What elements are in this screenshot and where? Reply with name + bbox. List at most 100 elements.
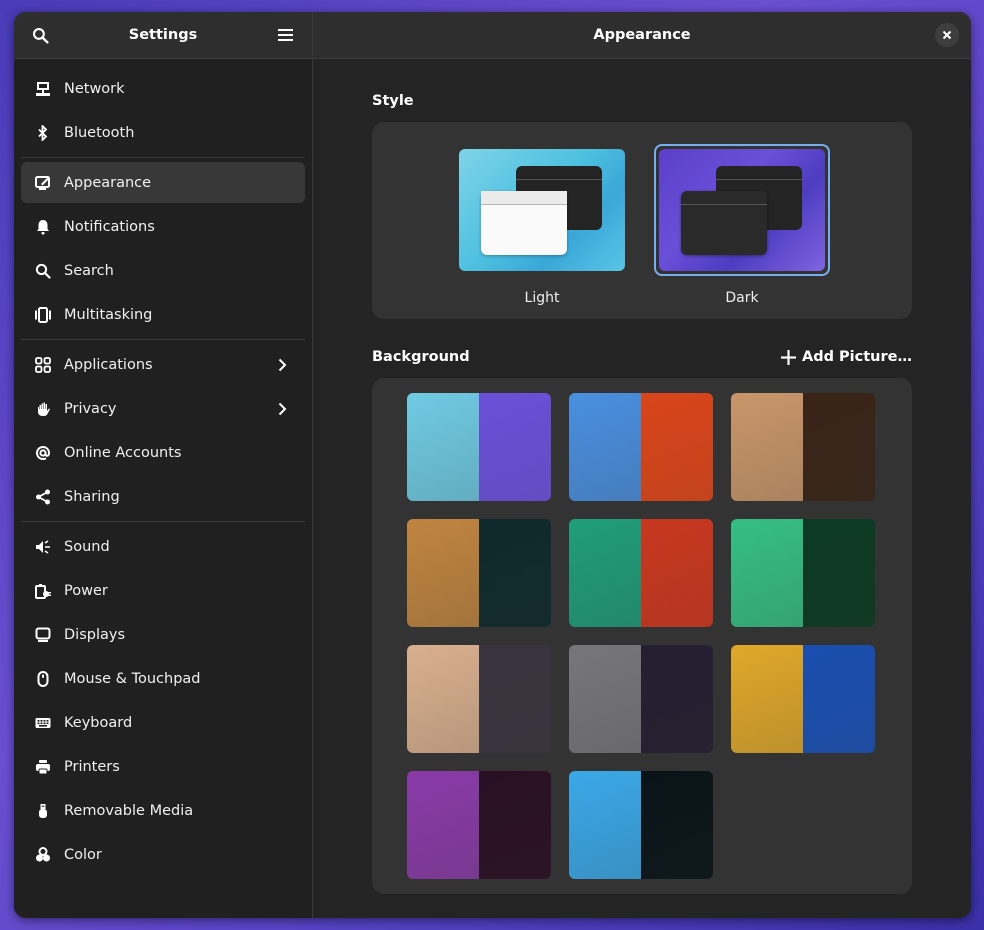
sidebar-item-label: Multitasking (64, 306, 153, 323)
share-icon (35, 489, 51, 505)
sidebar-item-label: Notifications (64, 218, 155, 235)
sidebar-item-power[interactable]: Power (21, 570, 305, 611)
main-panel: Appearance Style Light Dark Background A… (313, 12, 971, 918)
sidebar-item-sound[interactable]: Sound (21, 526, 305, 567)
power-icon (35, 583, 51, 599)
wallpaper-thumbnail[interactable] (731, 519, 875, 627)
dark-preview (659, 149, 825, 271)
sidebar-item-bluetooth[interactable]: Bluetooth (21, 112, 305, 153)
sidebar-nav: Network Bluetooth Appearance Notifications S… (14, 59, 312, 918)
wallpaper-light-variant (569, 771, 641, 879)
chevron-right-icon (275, 358, 289, 372)
add-picture-button[interactable]: Add Picture… (781, 349, 912, 365)
wallpaper-thumbnail[interactable] (407, 771, 551, 879)
sidebar-header: Settings (14, 12, 312, 59)
wallpaper-dark-variant (479, 645, 551, 753)
appearance-icon (35, 175, 51, 191)
close-button[interactable] (935, 23, 959, 47)
sidebar-item-label: Keyboard (64, 714, 133, 731)
sidebar-item-applications[interactable]: Applications (21, 344, 305, 385)
sidebar-item-printers[interactable]: Printers (21, 746, 305, 787)
wallpaper-dark-variant (803, 519, 875, 627)
sidebar-item-privacy[interactable]: Privacy (21, 388, 305, 429)
sidebar-separator (21, 521, 305, 522)
wallpaper-thumbnail[interactable] (731, 393, 875, 501)
sidebar-item-network[interactable]: Network (21, 68, 305, 109)
wallpaper-thumbnail[interactable] (569, 771, 713, 879)
style-option-dark[interactable]: Dark (654, 144, 830, 319)
sidebar-item-sharing[interactable]: Sharing (21, 476, 305, 517)
wallpaper-light-variant (731, 645, 803, 753)
sidebar-item-label: Sound (64, 538, 110, 555)
sidebar-item-label: Online Accounts (64, 444, 182, 461)
sidebar-item-label: Search (64, 262, 114, 279)
plus-icon (781, 349, 797, 365)
display-icon (35, 627, 51, 643)
main-header: Appearance (313, 12, 971, 59)
wallpaper-grid (372, 378, 912, 894)
wallpaper-dark-variant (641, 645, 713, 753)
wallpaper-thumbnail[interactable] (569, 393, 713, 501)
dark-style-thumbnail[interactable] (654, 144, 830, 276)
wallpaper-light-variant (569, 645, 641, 753)
style-heading: Style (372, 93, 414, 109)
wallpaper-dark-variant (479, 519, 551, 627)
wallpaper-dark-variant (641, 771, 713, 879)
wallpaper-dark-variant (479, 771, 551, 879)
wallpaper-thumbnail[interactable] (407, 519, 551, 627)
style-label-light: Light (524, 290, 560, 306)
sidebar-item-label: Sharing (64, 488, 120, 505)
wallpaper-light-variant (407, 393, 479, 501)
light-preview (459, 149, 625, 271)
sidebar-item-label: Printers (64, 758, 120, 775)
wallpaper-thumbnail[interactable] (569, 645, 713, 753)
printer-icon (35, 759, 51, 775)
search-button[interactable] (28, 23, 52, 47)
light-style-thumbnail[interactable] (454, 144, 630, 276)
sidebar-item-label: Network (64, 80, 125, 97)
style-label-dark: Dark (725, 290, 759, 306)
preview-window-front (481, 191, 567, 255)
multitasking-icon (35, 306, 51, 323)
wallpaper-thumbnail[interactable] (731, 645, 875, 753)
sidebar-item-mouse-touchpad[interactable]: Mouse & Touchpad (21, 658, 305, 699)
bluetooth-icon (35, 124, 51, 141)
sidebar-item-label: Privacy (64, 400, 117, 417)
sidebar-item-label: Displays (64, 626, 126, 643)
page-title: Appearance (593, 27, 691, 43)
sidebar-item-removable-media[interactable]: Removable Media (21, 790, 305, 831)
sidebar-item-displays[interactable]: Displays (21, 614, 305, 655)
style-option-light[interactable]: Light (454, 144, 630, 319)
search-icon (32, 27, 49, 44)
close-icon (942, 30, 952, 40)
main-menu-button[interactable] (274, 23, 298, 47)
sidebar-separator (21, 339, 305, 340)
wallpaper-thumbnail[interactable] (407, 393, 551, 501)
wallpaper-thumbnail[interactable] (407, 645, 551, 753)
sidebar-item-online-accounts[interactable]: Online Accounts (21, 432, 305, 473)
mouse-icon (35, 670, 51, 687)
appearance-content: Style Light Dark Background Add Picture… (313, 59, 971, 894)
wallpaper-light-variant (569, 519, 641, 627)
hamburger-menu-icon (278, 29, 293, 41)
color-icon (35, 846, 51, 863)
wallpaper-light-variant (407, 519, 479, 627)
keyboard-icon (35, 715, 51, 731)
settings-window: Settings Network Bluetooth Appearance Notif… (14, 12, 971, 918)
wallpaper-light-variant (569, 393, 641, 501)
sidebar-title: Settings (128, 27, 198, 43)
add-picture-label: Add Picture… (802, 349, 912, 365)
sidebar-item-appearance[interactable]: Appearance (21, 162, 305, 203)
sidebar-item-search[interactable]: Search (21, 250, 305, 291)
wallpaper-dark-variant (479, 393, 551, 501)
search-icon (35, 263, 51, 279)
sidebar-item-color[interactable]: Color (21, 834, 305, 875)
speaker-icon (35, 539, 51, 555)
sidebar-item-label: Applications (64, 356, 153, 373)
wallpaper-thumbnail[interactable] (569, 519, 713, 627)
sidebar-item-keyboard[interactable]: Keyboard (21, 702, 305, 743)
sidebar-item-multitasking[interactable]: Multitasking (21, 294, 305, 335)
sidebar-item-notifications[interactable]: Notifications (21, 206, 305, 247)
wallpaper-dark-variant (803, 393, 875, 501)
wallpaper-light-variant (407, 645, 479, 753)
